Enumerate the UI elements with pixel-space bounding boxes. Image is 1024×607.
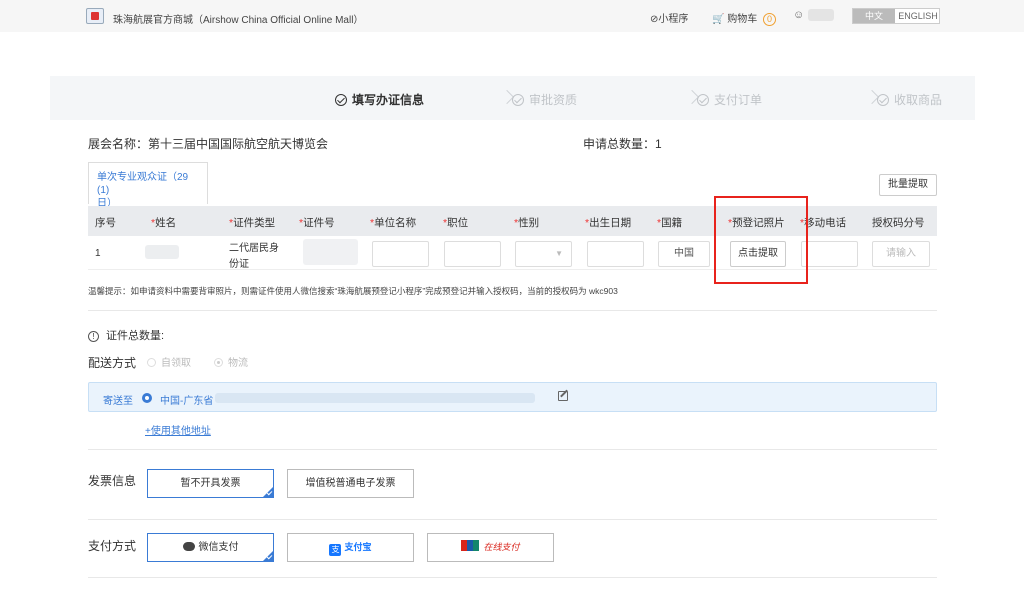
lang-en-option[interactable]: ENGLISH xyxy=(897,9,939,23)
cart-count-badge: 0 xyxy=(763,13,777,26)
radio-icon xyxy=(214,358,223,367)
lang-zh-option[interactable]: 中文 xyxy=(853,9,895,23)
cart-label: 购物车 xyxy=(727,14,758,25)
cart-icon: 🛒 xyxy=(712,14,725,25)
pay-alipay-option[interactable]: 支支付宝 xyxy=(287,533,414,562)
check-circle-icon xyxy=(335,94,347,106)
expo-name: 展会名称：第十三届中国国际航空航天博览会 xyxy=(88,137,329,151)
use-other-address-link[interactable]: +使用其他地址 xyxy=(145,422,211,437)
radio-icon xyxy=(147,358,156,367)
info-icon: ! xyxy=(88,331,99,342)
pay-wechat-option[interactable]: 微信支付 xyxy=(147,533,274,562)
shipping-label: 配送方式 xyxy=(88,356,137,370)
table-header: 序号 *姓名 *证件类型 *证件号 *单位名称 *职位 *性别 *出生日期 *国… xyxy=(88,206,937,236)
nationality-select[interactable]: 中国 xyxy=(658,241,710,267)
col-id-number: *证件号 xyxy=(299,217,335,229)
cart-link[interactable]: 🛒 购物车 0 xyxy=(712,10,777,26)
address-text: 中国-广东省 xyxy=(160,396,214,407)
mall-logo-icon[interactable] xyxy=(86,8,104,24)
application-total: 申请总数量：1 xyxy=(583,137,662,151)
col-auth-code: 授权码分号 xyxy=(872,217,925,229)
batch-extract-button[interactable]: 批量提取 xyxy=(879,174,937,196)
address-redacted xyxy=(215,393,535,403)
id-type-cell[interactable]: 二代居民身 份证 xyxy=(229,241,279,273)
col-position: *职位 xyxy=(443,217,469,229)
progress-steps: 填写办证信息 审批资质 支付订单 收取商品 xyxy=(50,76,975,120)
divider xyxy=(88,519,937,520)
col-name: *姓名 xyxy=(151,217,177,229)
wechat-icon xyxy=(182,542,195,551)
invoice-none-option[interactable]: 暂不开具发票 xyxy=(147,469,274,498)
divider xyxy=(88,577,937,578)
reminder-notice: 温馨提示：如申请资料中需要背审照片，则需证件使用人微信搜索“珠海航展预登记小程序… xyxy=(88,286,618,296)
divider xyxy=(88,310,937,311)
birthdate-input[interactable] xyxy=(587,241,644,267)
language-switch[interactable]: 中文 ENGLISH xyxy=(852,8,940,24)
username-redacted xyxy=(808,9,834,21)
alipay-icon: 支 xyxy=(329,544,342,556)
step-payment: 支付订单 xyxy=(697,91,762,108)
check-circle-icon xyxy=(697,94,709,106)
step-receive: 收取商品 xyxy=(877,91,942,108)
radio-selected-icon[interactable] xyxy=(142,393,152,403)
address-label: 寄送至 xyxy=(103,396,133,407)
selected-address[interactable]: 寄送至 中国-广东省 xyxy=(88,382,937,412)
mobile-input[interactable] xyxy=(801,241,858,267)
edit-icon[interactable] xyxy=(558,391,568,401)
company-input[interactable] xyxy=(372,241,429,267)
shipping-self-pickup-radio[interactable]: 自领取 xyxy=(147,354,191,369)
col-company: *单位名称 xyxy=(370,217,417,229)
auth-code-input[interactable]: 请输入 xyxy=(872,241,930,267)
mini-program-link[interactable]: ⊘小程序 xyxy=(650,10,688,25)
pay-unionpay-option[interactable]: 在线支付 xyxy=(427,533,554,562)
tab-count: (1) xyxy=(97,185,110,196)
site-title[interactable]: 珠海航展官方商城（Airshow China Official Online M… xyxy=(113,11,363,26)
gender-select[interactable]: ▼ xyxy=(515,241,572,267)
tab-label-line1: 单次专业观众证（29 xyxy=(97,172,189,183)
name-redacted xyxy=(145,245,179,259)
chevron-down-icon: ▼ xyxy=(555,249,563,258)
certificate-count: ! 证件总数量: xyxy=(88,327,164,343)
unionpay-icon xyxy=(461,540,480,551)
shipping-logistics-radio[interactable]: 物流 xyxy=(214,354,248,369)
divider xyxy=(88,449,937,450)
payment-label: 支付方式 xyxy=(88,539,137,553)
col-index: 序号 xyxy=(95,217,116,229)
col-nationality: *国籍 xyxy=(657,217,683,229)
col-birthdate: *出生日期 xyxy=(585,217,632,229)
tab-single-visitor-pass[interactable]: 单次专业观众证（29 (1) 日） xyxy=(88,162,208,209)
step-approval: 审批资质 xyxy=(512,91,577,108)
top-bar: 珠海航展官方商城（Airshow China Official Online M… xyxy=(0,0,1024,32)
id-number-redacted[interactable] xyxy=(303,239,358,265)
invoice-electronic-option[interactable]: 增值税普通电子发票 xyxy=(287,469,414,498)
check-circle-icon xyxy=(512,94,524,106)
check-circle-icon xyxy=(877,94,889,106)
col-id-type: *证件类型 xyxy=(229,217,276,229)
position-input[interactable] xyxy=(444,241,501,267)
invoice-label: 发票信息 xyxy=(88,474,137,488)
highlight-box xyxy=(714,196,808,284)
step-fill-info: 填写办证信息 xyxy=(335,91,424,108)
user-icon[interactable]: ☺ xyxy=(793,9,804,21)
col-gender: *性别 xyxy=(514,217,540,229)
row-index: 1 xyxy=(95,248,101,259)
